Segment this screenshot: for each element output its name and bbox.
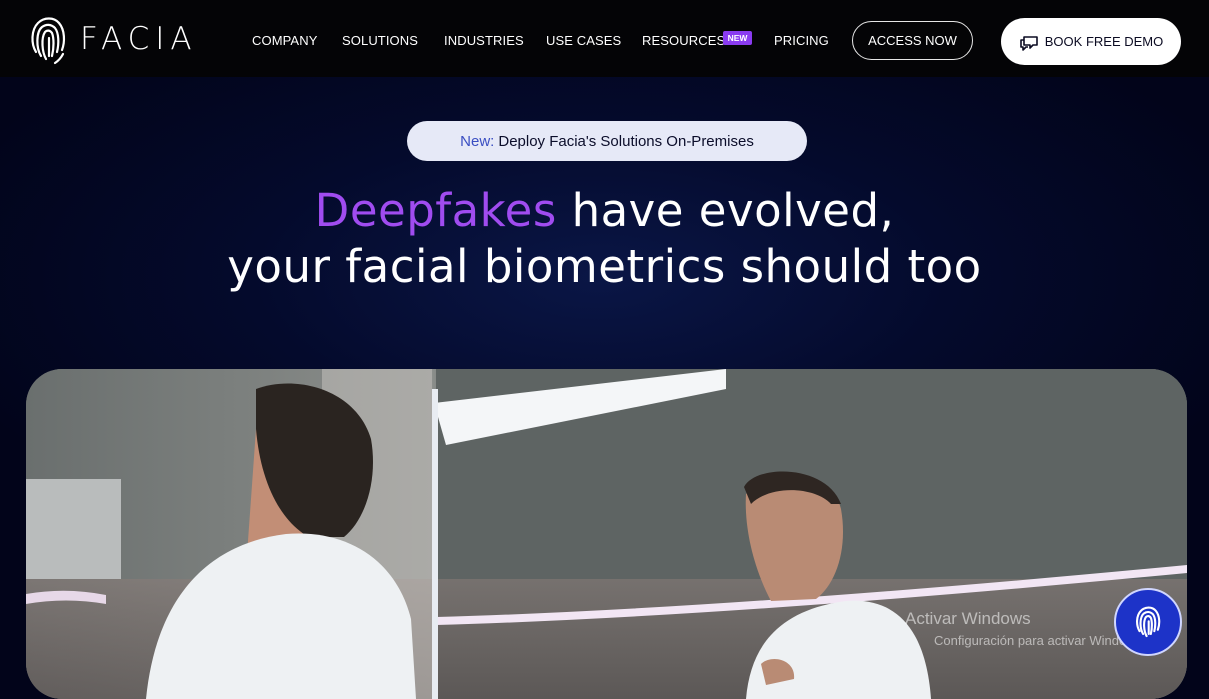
logo-wordmark: FACIA bbox=[80, 21, 198, 57]
nav-pricing[interactable]: PRICING bbox=[774, 33, 829, 48]
hero-headline-line-1: Deepfakes have evolved, bbox=[0, 184, 1209, 237]
new-badge: NEW bbox=[723, 31, 752, 45]
nav-solutions[interactable]: SOLUTIONS bbox=[342, 33, 418, 48]
windows-activation-subtitle: Configuración para activar Windows. bbox=[934, 633, 1146, 648]
chat-widget-button[interactable] bbox=[1114, 588, 1182, 656]
hero-headline-line-2: your facial biometrics should too bbox=[227, 240, 982, 293]
nav-use-cases[interactable]: USE CASES bbox=[546, 33, 621, 48]
chat-bubbles-icon bbox=[1019, 35, 1038, 51]
announcement-highlight: New: bbox=[460, 132, 495, 150]
announcement-pill[interactable]: New: Deploy Facia's Solutions On-Premise… bbox=[407, 121, 807, 161]
book-free-demo-label: BOOK FREE DEMO bbox=[1044, 34, 1164, 49]
video-frame-illustration bbox=[26, 369, 1187, 699]
announcement-text: Deploy Facia's Solutions On-Premises bbox=[498, 132, 754, 150]
windows-activation-title: Activar Windows bbox=[905, 609, 1031, 628]
hero-line-1-rest: have evolved, bbox=[556, 184, 895, 237]
access-now-button[interactable]: ACCESS NOW bbox=[852, 21, 973, 60]
book-free-demo-button[interactable]: BOOK FREE DEMO bbox=[1001, 18, 1181, 65]
top-navigation: FACIA COMPANY SOLUTIONS INDUSTRIES USE C… bbox=[0, 0, 1209, 77]
nav-resources[interactable]: RESOURCES bbox=[642, 33, 725, 48]
hero-video[interactable] bbox=[26, 369, 1187, 699]
facia-fingerprint-icon bbox=[1136, 606, 1161, 638]
nav-industries[interactable]: INDUSTRIES bbox=[444, 33, 524, 48]
fingerprint-logo-icon bbox=[31, 17, 66, 65]
hero-highlight-word: Deepfakes bbox=[314, 184, 557, 237]
facia-logo[interactable]: FACIA bbox=[28, 12, 198, 66]
nav-company[interactable]: COMPANY bbox=[252, 33, 317, 48]
